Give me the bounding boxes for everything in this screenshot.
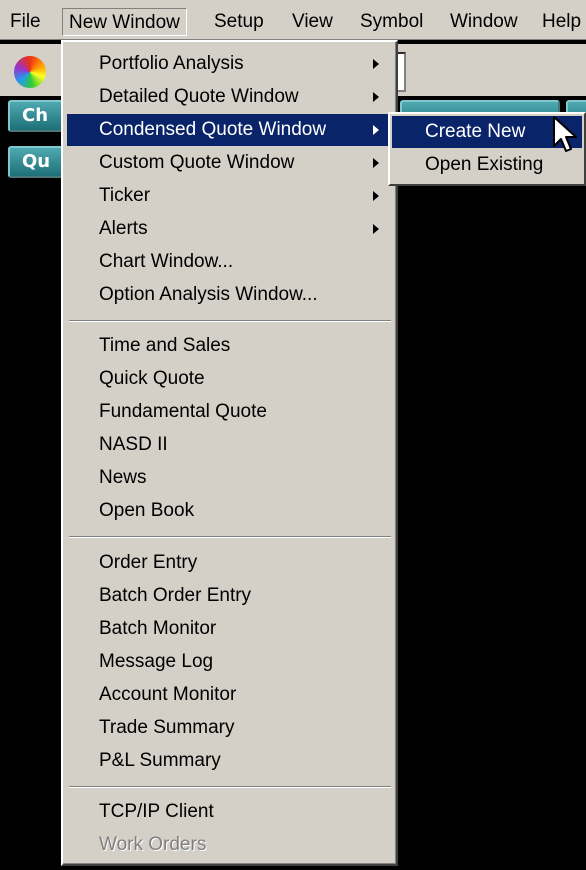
menu-item-batch-monitor[interactable]: Batch Monitor [67, 613, 393, 645]
menu-item-fundamental-quote[interactable]: Fundamental Quote [67, 396, 393, 428]
menu-item-batch-order-entry[interactable]: Batch Order Entry [67, 580, 393, 612]
menu-item-condensed-quote-window[interactable]: Condensed Quote Window [67, 114, 393, 146]
submenu-arrow-icon [373, 158, 379, 168]
submenu-arrow-icon [373, 125, 379, 135]
menu-item-portfolio-analysis[interactable]: Portfolio Analysis [67, 48, 393, 80]
menu-item-account-monitor[interactable]: Account Monitor [67, 679, 393, 711]
mouse-cursor-icon [553, 116, 577, 152]
menu-setup[interactable]: Setup [208, 8, 270, 36]
menu-item-tcpip-client[interactable]: TCP/IP Client [67, 796, 393, 828]
menu-item-pl-summary[interactable]: P&L Summary [67, 745, 393, 777]
menu-item-chart-window[interactable]: Chart Window... [67, 246, 393, 278]
color-wheel-icon[interactable] [12, 54, 48, 90]
menu-item-time-and-sales[interactable]: Time and Sales [67, 330, 393, 362]
menu-file[interactable]: File [4, 8, 47, 36]
menu-item-nasd-ii[interactable]: NASD II [67, 429, 393, 461]
menu-item-label: Condensed Quote Window [99, 119, 327, 140]
menu-item-work-orders: Work Orders [99, 834, 207, 855]
new-window-menu: Portfolio Analysis Detailed Quote Window… [61, 40, 398, 866]
menu-item-label: Custom Quote Window [99, 152, 295, 173]
submenu-arrow-icon [373, 59, 379, 69]
menu-item-label: Portfolio Analysis [99, 53, 244, 74]
menu-item-custom-quote-window[interactable]: Custom Quote Window [67, 147, 393, 179]
menu-separator [69, 320, 391, 322]
quote-button[interactable]: Qu [8, 146, 68, 178]
menu-view[interactable]: View [286, 8, 339, 36]
menu-item-detailed-quote-window[interactable]: Detailed Quote Window [67, 81, 393, 113]
menu-new-window[interactable]: New Window [62, 8, 187, 36]
submenu-arrow-icon [373, 92, 379, 102]
menu-item-quick-quote[interactable]: Quick Quote [67, 363, 393, 395]
submenu-arrow-icon [373, 191, 379, 201]
menu-item-news[interactable]: News [67, 462, 393, 494]
menu-item-label: Ticker [99, 185, 151, 206]
menu-item-option-analysis-window[interactable]: Option Analysis Window... [67, 279, 393, 311]
menu-item-ticker[interactable]: Ticker [67, 180, 393, 212]
menu-help[interactable]: Help [536, 8, 586, 36]
menu-separator [69, 536, 391, 538]
menu-symbol[interactable]: Symbol [354, 8, 429, 36]
menu-item-message-log[interactable]: Message Log [67, 646, 393, 678]
chart-button[interactable]: Ch [8, 100, 68, 132]
menu-item-trade-summary[interactable]: Trade Summary [67, 712, 393, 744]
menu-window[interactable]: Window [444, 8, 524, 36]
menu-item-alerts[interactable]: Alerts [67, 213, 393, 245]
menu-item-open-book[interactable]: Open Book [67, 495, 393, 527]
menu-item-label: Alerts [99, 218, 148, 239]
menu-item-label: Detailed Quote Window [99, 86, 299, 107]
menu-bar: File New Window Setup View Symbol Window… [0, 0, 586, 40]
menu-item-order-entry[interactable]: Order Entry [67, 547, 393, 579]
submenu-arrow-icon [373, 224, 379, 234]
menu-separator [69, 786, 391, 788]
